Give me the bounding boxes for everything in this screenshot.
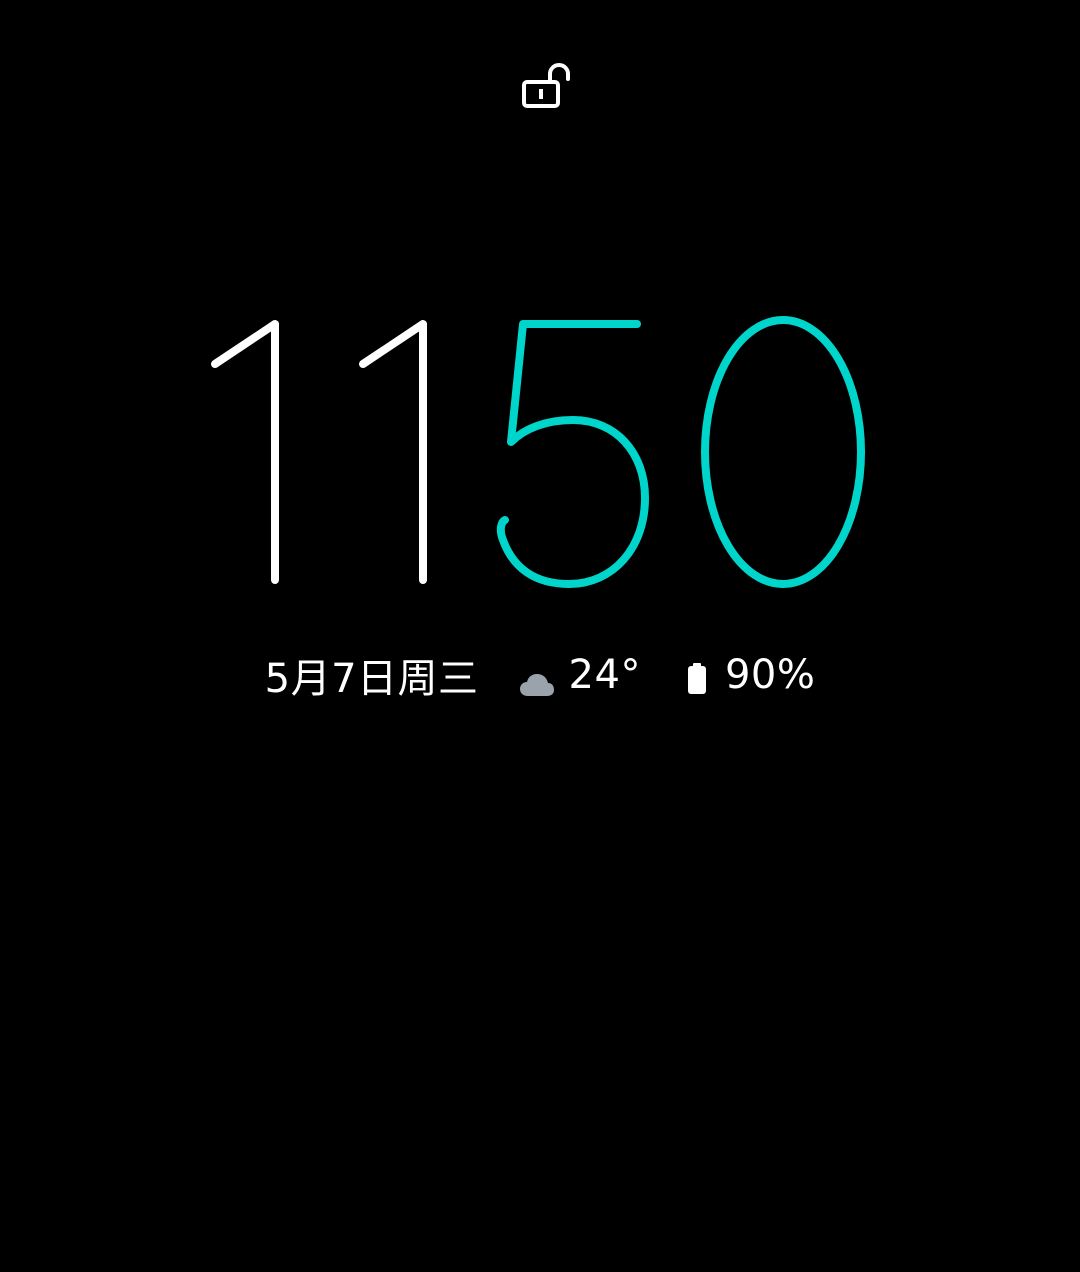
clock-minute-digit-2 — [701, 316, 865, 588]
clock-hour-digit-1 — [211, 320, 279, 584]
clock-hour-digit-2 — [359, 320, 427, 584]
status-info-row: 5月7日周三 24° 90% — [0, 645, 1080, 705]
battery-fill — [687, 666, 706, 694]
clock-minute-digit-1 — [496, 320, 649, 588]
clock-digits — [211, 316, 865, 588]
cloud-icon — [519, 662, 555, 696]
date-text: 5月7日周三 — [264, 656, 479, 702]
temperature-text: 24° — [568, 652, 641, 698]
unlock-icon[interactable] — [518, 60, 576, 112]
battery-icon — [687, 659, 707, 694]
battery-level-text: 90% — [724, 652, 816, 698]
clock — [195, 300, 885, 600]
